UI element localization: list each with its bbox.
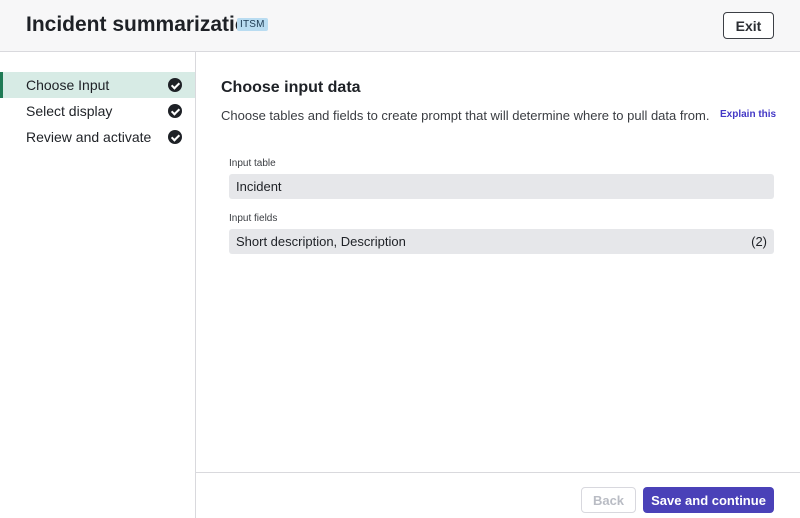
input-fields-value: Short description, Description <box>236 234 406 249</box>
page-footer: Back Save and continue <box>196 472 800 518</box>
input-fields-field[interactable]: Short description, Description (2) <box>229 229 774 254</box>
sidebar-item-label: Review and activate <box>26 129 152 145</box>
sidebar-item-choose-input[interactable]: Choose Input <box>0 72 195 98</box>
check-circle-icon <box>168 104 182 118</box>
sidebar-item-label: Choose Input <box>26 77 110 93</box>
input-table-label: Input table <box>229 158 276 169</box>
input-fields-count: (2) <box>751 234 767 249</box>
check-circle-icon <box>168 130 182 144</box>
section-title: Choose input data <box>221 79 361 96</box>
sidebar-item-review-and-activate[interactable]: Review and activate <box>0 124 195 150</box>
check-circle-icon <box>168 78 182 92</box>
input-fields-label: Input fields <box>229 213 278 224</box>
product-badge: ITSM <box>237 18 268 31</box>
main-content: Choose input data Choose tables and fiel… <box>196 52 800 472</box>
section-description: Choose tables and fields to create promp… <box>221 108 710 123</box>
page-header: Incident summarization ITSM Exit <box>0 0 800 52</box>
explain-this-link[interactable]: Explain this <box>720 109 776 120</box>
back-button[interactable]: Back <box>581 487 636 513</box>
sidebar-item-select-display[interactable]: Select display <box>0 98 195 124</box>
input-table-field[interactable]: Incident <box>229 174 774 199</box>
sidebar-item-label: Select display <box>26 103 113 119</box>
step-sidebar: Choose Input Select display Review and a… <box>0 52 196 518</box>
save-and-continue-button[interactable]: Save and continue <box>643 487 774 513</box>
exit-button[interactable]: Exit <box>723 12 774 39</box>
page-title: Incident summarization <box>26 13 261 36</box>
input-table-value: Incident <box>236 179 282 194</box>
